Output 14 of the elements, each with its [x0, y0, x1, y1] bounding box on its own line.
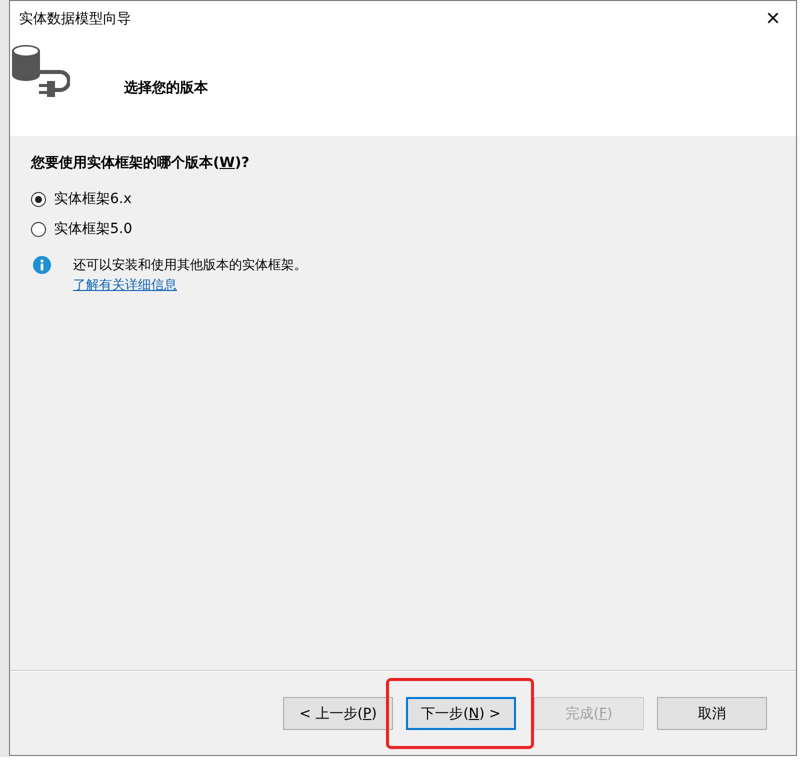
- question-label: 您要使用实体框架的哪个版本(W)?: [31, 154, 250, 172]
- window-title: 实体数据模型向导: [19, 10, 131, 28]
- radio-option[interactable]: 实体框架6.x: [31, 184, 796, 214]
- radio-button[interactable]: [31, 222, 46, 236]
- close-button[interactable]: ×: [750, 1, 796, 37]
- info-icon: [33, 256, 51, 274]
- radio-option[interactable]: 实体框架5.0: [31, 214, 796, 244]
- radio-button[interactable]: [31, 192, 46, 206]
- learn-more-link[interactable]: 了解有关详细信息: [73, 276, 307, 294]
- wizard-button[interactable]: 下一步(N) >: [406, 697, 516, 730]
- info-text: 还可以安装和使用其他版本的实体框架。: [73, 257, 307, 274]
- page-heading: 选择您的版本: [124, 79, 208, 97]
- wizard-button[interactable]: < 上一步(P): [283, 697, 393, 730]
- wizard-button[interactable]: 取消: [657, 697, 767, 730]
